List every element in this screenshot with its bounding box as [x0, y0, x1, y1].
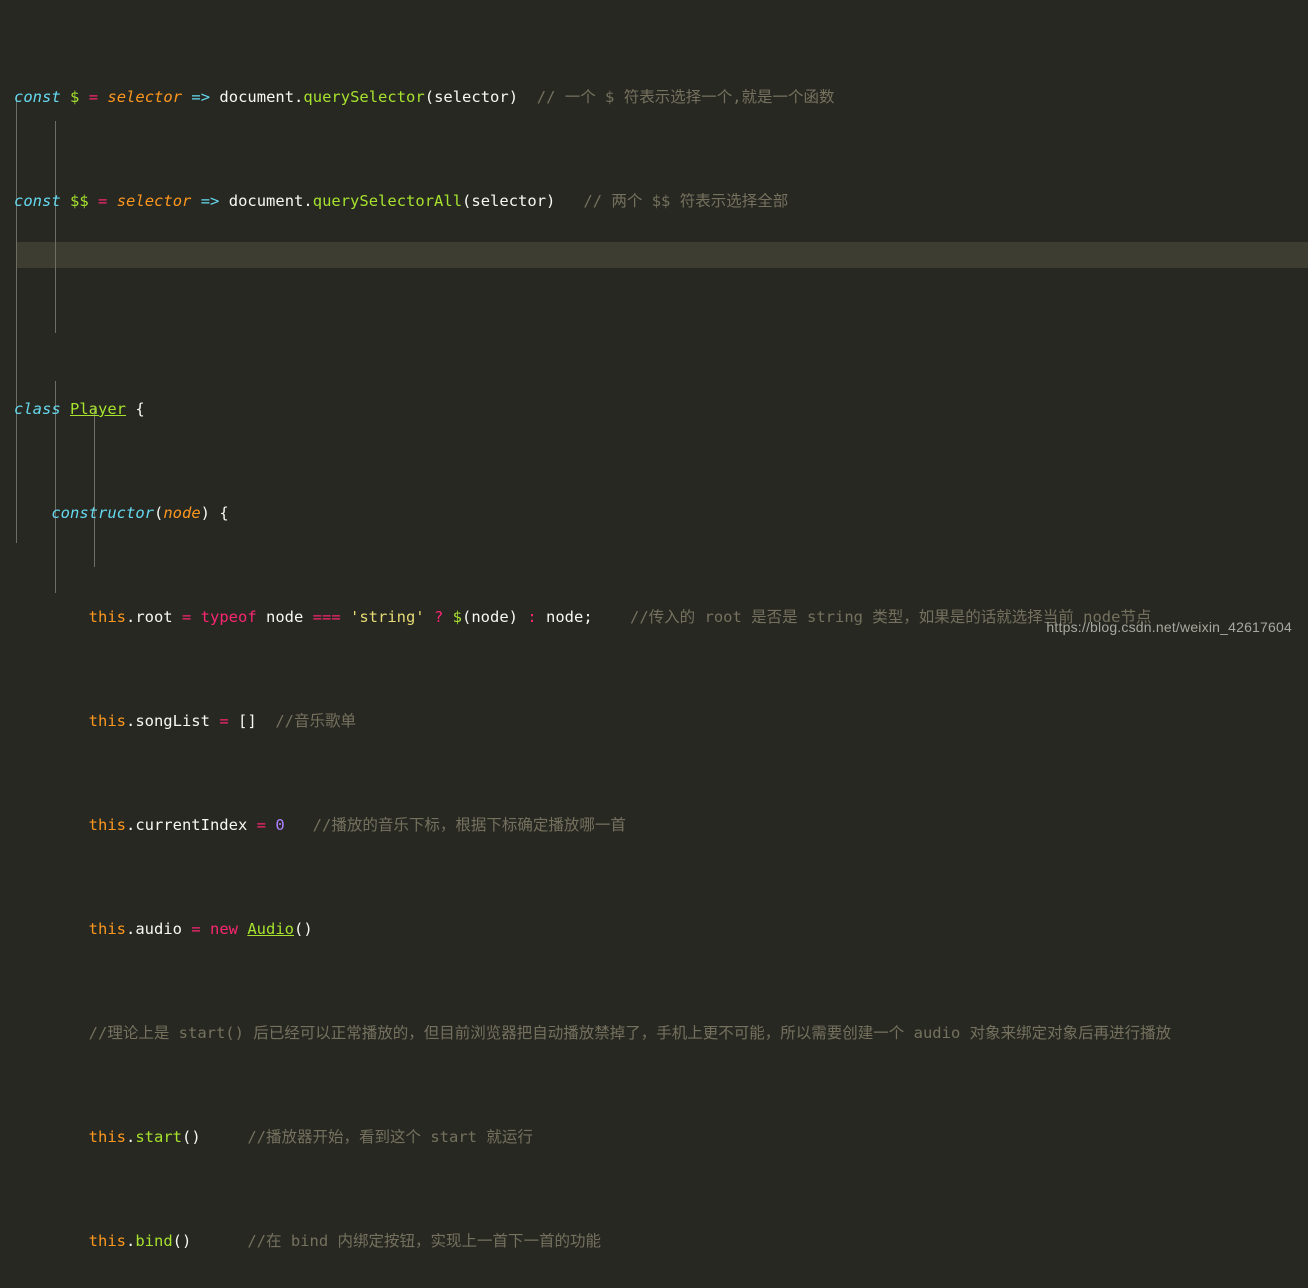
code-line: class Player {	[0, 396, 1308, 422]
token-brace: {	[135, 400, 145, 418]
token-method: querySelectorAll	[312, 192, 463, 210]
code-line-current: this.start() //播放器开始，看到这个 start 就运行	[0, 1124, 1308, 1150]
token-method: start	[135, 1128, 182, 1146]
token-operator: ===	[312, 608, 341, 626]
code-line: constructor(node) {	[0, 500, 1308, 526]
token-identifier: node;	[546, 608, 593, 626]
token-dot: .	[125, 1128, 136, 1146]
code-content: const $ = selector => document.querySele…	[0, 6, 1308, 1288]
token-operator: =	[191, 920, 201, 938]
token-keyword: const	[14, 192, 61, 210]
code-line: this.audio = new Audio()	[0, 916, 1308, 942]
token-property: .root	[125, 608, 182, 626]
token-object: document.	[228, 192, 313, 210]
token-number: 0	[265, 816, 285, 834]
token-call: ()	[182, 1128, 201, 1146]
token-operator: =	[256, 816, 266, 834]
token-constructor: constructor	[51, 504, 154, 522]
token-call: ()	[294, 920, 313, 938]
token-method: bind	[135, 1232, 173, 1250]
token-ternary: ?	[424, 608, 453, 626]
token-property: .audio	[125, 920, 192, 938]
token-this: this	[88, 1232, 126, 1250]
token-value: []	[228, 712, 257, 730]
token-dollar: $	[70, 88, 80, 106]
token-identifier: node	[265, 608, 313, 626]
token-keyword: class	[14, 400, 61, 418]
token-comment: // 两个 $$ 符表示选择全部	[583, 192, 789, 210]
token-this: this	[88, 1128, 126, 1146]
code-line: const $$ = selector => document.querySel…	[0, 188, 1308, 214]
token-operator: =	[98, 192, 108, 210]
token-method: querySelector	[303, 88, 425, 106]
token-operator: =	[88, 88, 99, 106]
token-keyword: const	[14, 88, 61, 106]
code-editor[interactable]: const $ = selector => document.querySele…	[0, 0, 1308, 1250]
token-string: 'string'	[340, 608, 425, 626]
token-colon: :	[518, 608, 546, 626]
token-this: this	[88, 920, 126, 938]
token-comment: //播放器开始，看到这个 start 就运行	[247, 1128, 533, 1146]
token-this: this	[88, 608, 126, 626]
token-property: .currentIndex	[125, 816, 257, 834]
token-dot: .	[125, 1232, 136, 1250]
token-dollar: $$	[70, 192, 89, 210]
token-args: (selector)	[462, 192, 556, 210]
token-this: this	[88, 816, 126, 834]
token-comment: //播放的音乐下标，根据下标确定播放哪一首	[312, 816, 626, 834]
token-parameter: selector	[107, 88, 183, 106]
token-typeof: typeof	[191, 608, 266, 626]
token-property: .songList	[125, 712, 220, 730]
code-line: this.currentIndex = 0 //播放的音乐下标，根据下标确定播放…	[0, 812, 1308, 838]
token-arrow: =>	[200, 192, 220, 210]
token-paren: ) {	[200, 504, 229, 522]
token-operator: =	[219, 712, 229, 730]
token-arrow: =>	[191, 88, 211, 106]
token-operator: =	[181, 608, 192, 626]
token-args: (selector)	[424, 88, 519, 106]
code-line: this.bind() //在 bind 内绑定按钮，实现上一首下一首的功能	[0, 1228, 1308, 1254]
token-parameter: node	[163, 504, 201, 522]
token-comment: //理论上是 start() 后已经可以正常播放的，但目前浏览器把自动播放禁掉了…	[88, 1024, 1172, 1042]
token-class-name: Player	[70, 400, 127, 418]
token-parameter: selector	[116, 192, 192, 210]
token-paren: (	[153, 504, 164, 522]
token-dollar: $	[452, 608, 462, 626]
token-call: (node)	[462, 608, 518, 626]
token-comment: // 一个 $ 符表示选择一个,就是一个函数	[536, 88, 835, 106]
token-new: new	[200, 920, 248, 938]
token-comment: //音乐歌单	[275, 712, 356, 730]
code-line: //理论上是 start() 后已经可以正常播放的，但目前浏览器把自动播放禁掉了…	[0, 1020, 1308, 1046]
token-call: ()	[172, 1232, 192, 1250]
token-type: Audio	[247, 920, 294, 938]
watermark: https://blog.csdn.net/weixin_42617604	[1046, 619, 1292, 635]
code-line: const $ = selector => document.querySele…	[0, 84, 1308, 110]
token-comment: //在 bind 内绑定按钮，实现上一首下一首的功能	[247, 1232, 601, 1250]
token-this: this	[88, 712, 126, 730]
code-line: this.songList = [] //音乐歌单	[0, 708, 1308, 734]
token-object: document.	[219, 88, 304, 106]
